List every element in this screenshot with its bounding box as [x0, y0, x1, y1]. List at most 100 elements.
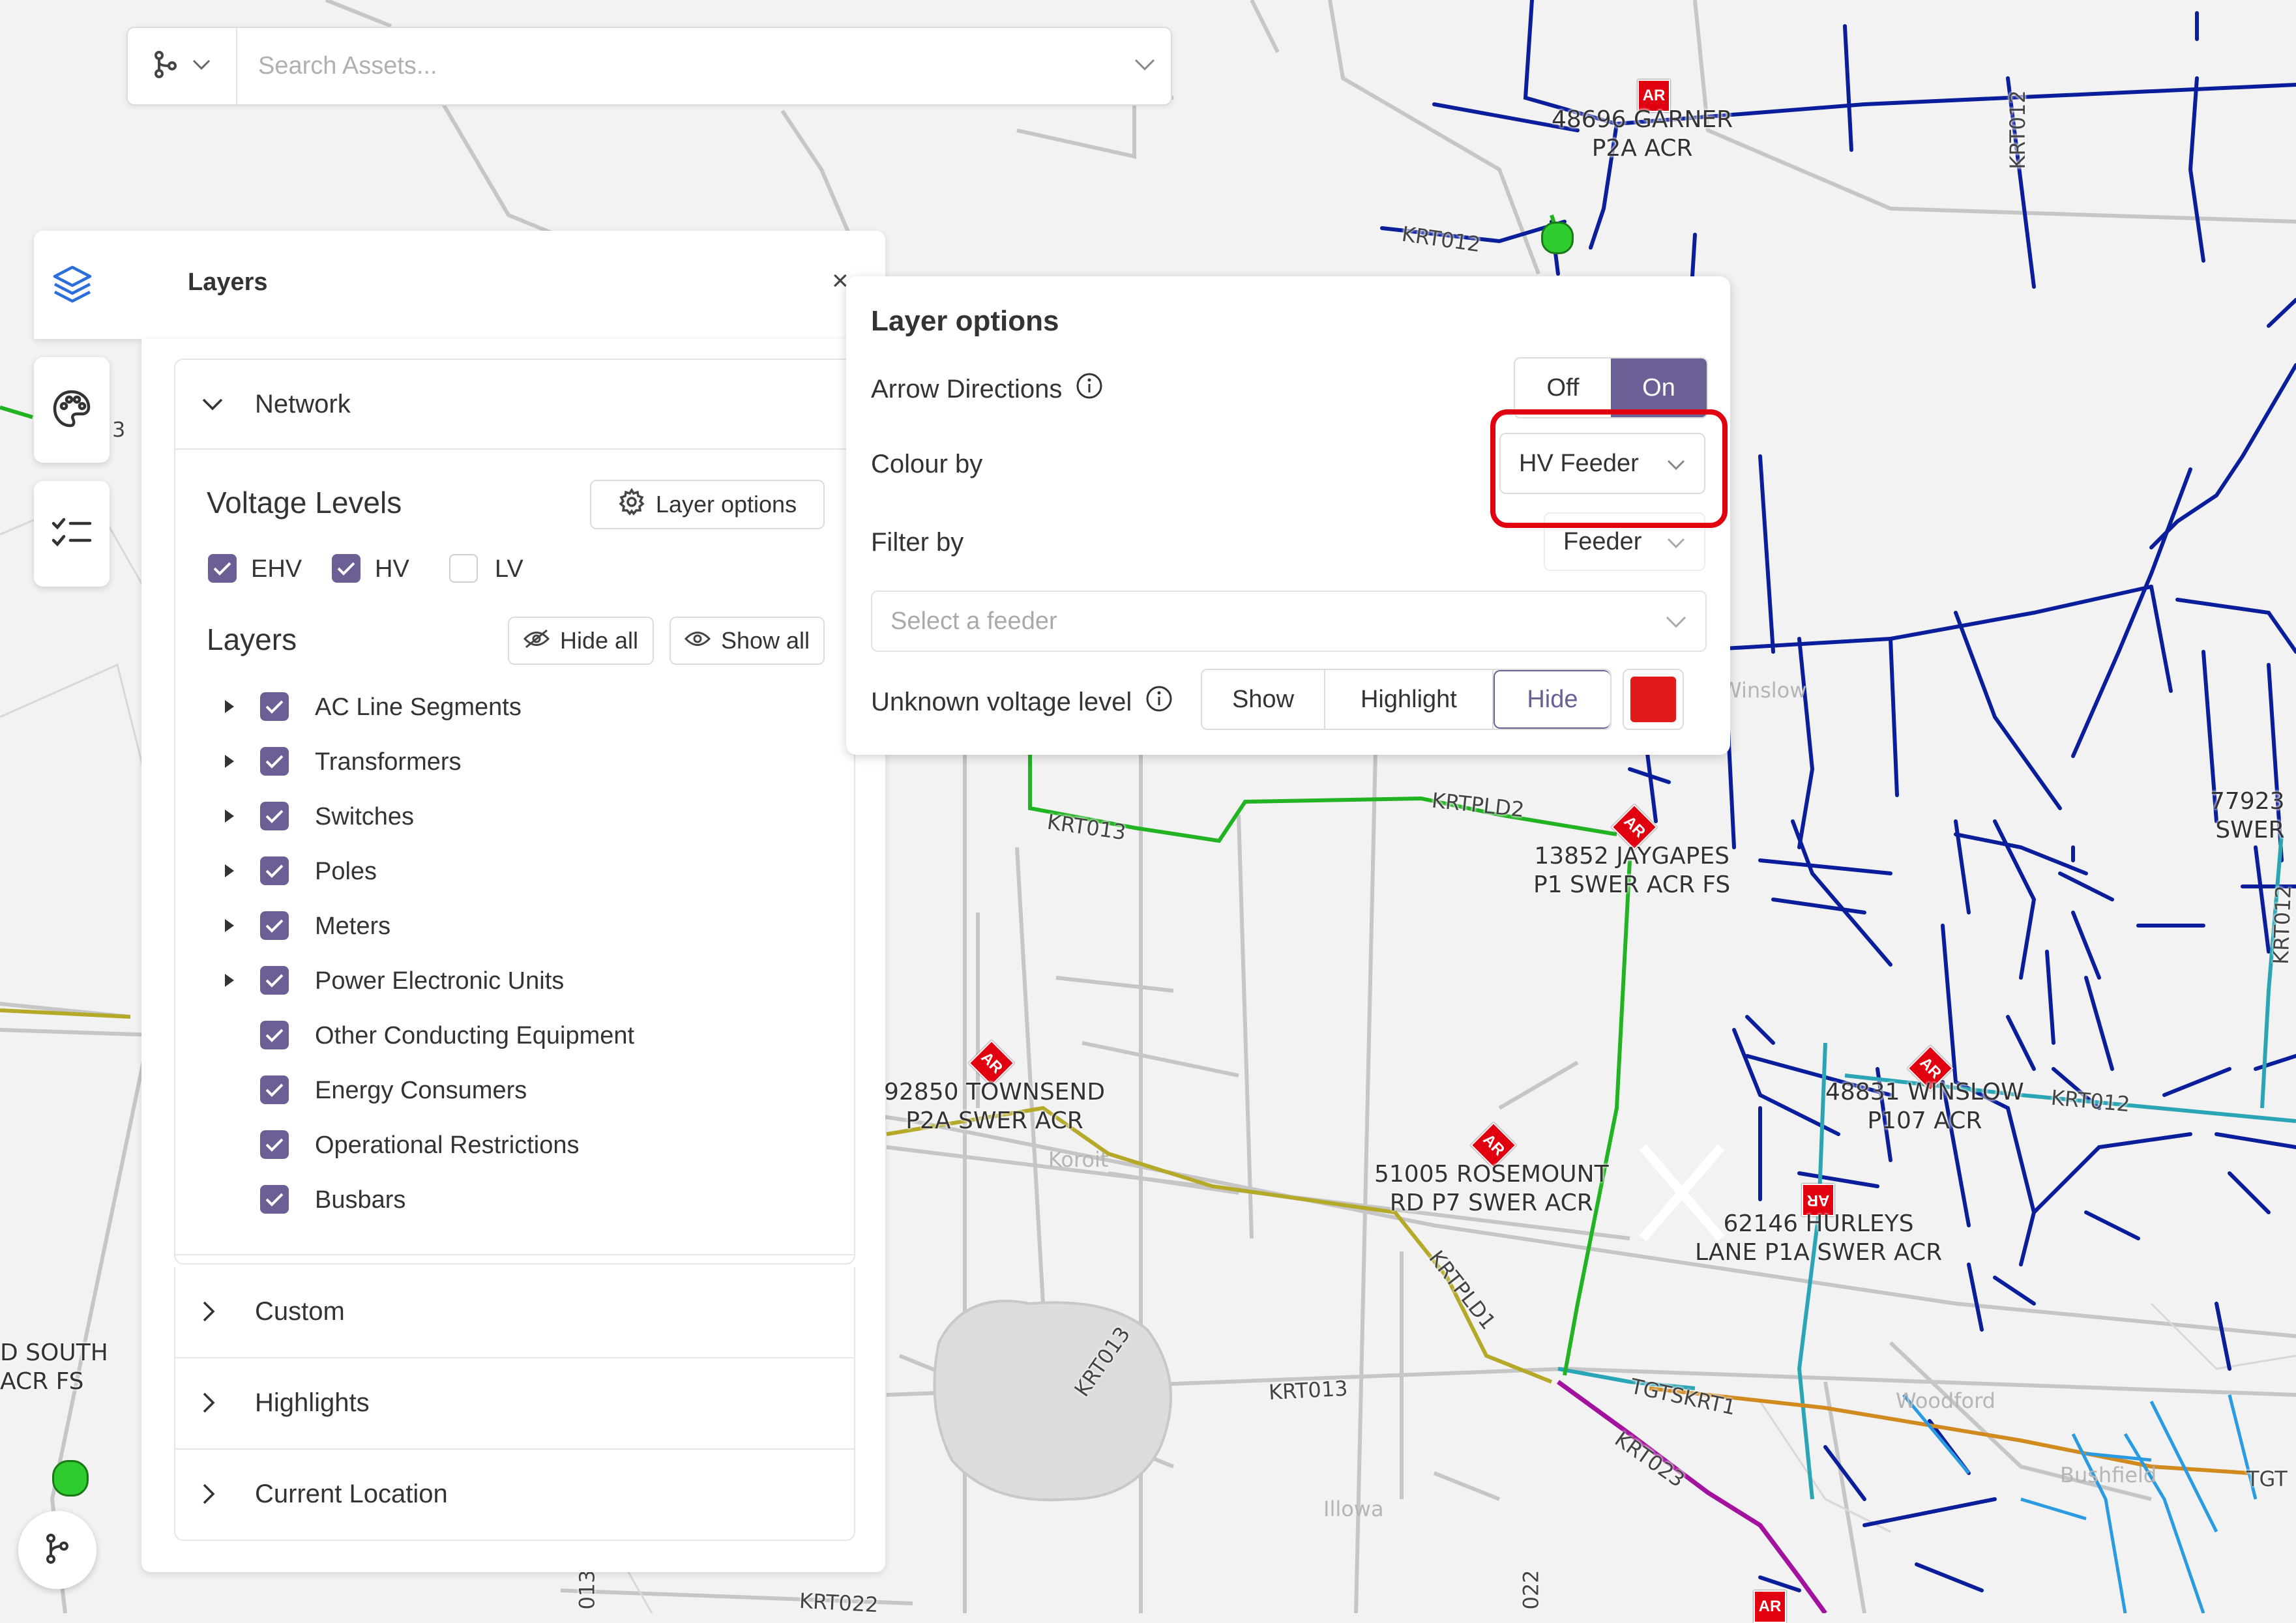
unknown-voltage-highlight[interactable]: Highlight: [1325, 670, 1494, 729]
search-mode-selector[interactable]: [128, 28, 237, 104]
feeder-select-placeholder: Select a feeder: [890, 607, 1057, 635]
expand-triangle-icon[interactable]: [225, 974, 234, 987]
network-section-header[interactable]: Network: [175, 360, 854, 448]
expand-triangle-icon[interactable]: [225, 755, 234, 768]
map-asset-label: 77923 SWER: [2210, 788, 2285, 843]
layer-label: Operational Restrictions: [315, 1132, 580, 1159]
show-all-button[interactable]: Show all: [670, 617, 825, 665]
filter-by-value: Feeder: [1563, 527, 1642, 555]
map-line-label: KRT012: [2268, 885, 2296, 965]
chevron-right-icon: [201, 1300, 241, 1323]
checkbox-meters[interactable]: [260, 911, 289, 940]
search-bar: [126, 27, 1172, 106]
layer-label: Poles: [315, 858, 377, 885]
network-section: Network Voltage Levels Layer options EHV…: [174, 358, 855, 1265]
map-place-label: Woodford: [1896, 1388, 1995, 1413]
layers-panel: Layers × Network Voltage Levels Layer op…: [34, 231, 885, 1572]
show-all-label: Show all: [720, 627, 810, 654]
unknown-voltage-color-swatch[interactable]: [1623, 669, 1684, 730]
checkbox-lv[interactable]: [449, 554, 478, 583]
chevron-down-icon: [192, 58, 211, 74]
layer-label: Power Electronic Units: [315, 967, 565, 995]
custom-section-header[interactable]: Custom: [175, 1267, 854, 1356]
arrow-directions-off[interactable]: Off: [1515, 358, 1611, 417]
checkbox-ac-line-segments[interactable]: [260, 692, 289, 721]
chevron-down-icon: [1665, 607, 1687, 636]
checkbox-busbars[interactable]: [260, 1185, 289, 1214]
search-dropdown-chevron[interactable]: [1119, 57, 1171, 75]
map-asset-label: 13852 JAYGAPES P1 SWER ACR FS: [1533, 843, 1731, 898]
divider: [175, 448, 854, 450]
voltage-label-lv: LV: [495, 555, 523, 583]
hide-all-button[interactable]: Hide all: [508, 617, 654, 665]
map-asset-label: 62146 HURLEYS LANE P1A SWER ACR: [1695, 1210, 1943, 1266]
layer-label: Energy Consumers: [315, 1077, 527, 1104]
layer-label: Other Conducting Equipment: [315, 1022, 635, 1049]
unknown-voltage-label: Unknown voltage level: [871, 687, 1132, 716]
expand-triangle-icon[interactable]: [225, 864, 234, 877]
layer-options-title: Layer options: [871, 305, 1059, 337]
layer-label: AC Line Segments: [315, 694, 522, 721]
unknown-voltage-show[interactable]: Show: [1202, 670, 1325, 729]
current-location-section-header[interactable]: Current Location: [175, 1450, 854, 1538]
checkbox-hv[interactable]: [332, 554, 361, 583]
checkbox-power-electronic-units[interactable]: [260, 966, 289, 995]
ar-badge[interactable]: AR: [1754, 1590, 1786, 1623]
map-line-label: KRT013: [1268, 1375, 1349, 1405]
map-place-label: Winslow: [1721, 678, 1807, 703]
hide-all-label: Hide all: [559, 627, 639, 654]
expand-triangle-icon[interactable]: [225, 700, 234, 713]
search-input[interactable]: [237, 27, 1119, 105]
arrow-directions-row: Arrow Directions: [871, 372, 1104, 407]
checkbox-ehv[interactable]: [208, 554, 237, 583]
checkbox-operational-restrictions[interactable]: [260, 1130, 289, 1159]
checkbox-energy-consumers[interactable]: [260, 1075, 289, 1104]
custom-section-label: Custom: [255, 1296, 345, 1326]
info-icon[interactable]: [1075, 372, 1104, 407]
voltage-label-hv: HV: [375, 555, 409, 583]
chevron-right-icon: [201, 1483, 241, 1505]
map-asset-label: 92850 TOWNSEND P2A SWER ACR: [884, 1079, 1106, 1134]
color-swatch-fill: [1630, 677, 1676, 722]
chevron-down-icon: [201, 397, 241, 411]
highlights-section-header[interactable]: Highlights: [175, 1358, 854, 1447]
branch-icon: [43, 1533, 72, 1568]
current-location-section-label: Current Location: [255, 1479, 448, 1508]
unknown-voltage-hide[interactable]: Hide: [1493, 670, 1610, 729]
map-line-label: TGT: [2246, 1467, 2288, 1491]
expand-triangle-icon[interactable]: [225, 810, 234, 823]
layers-panel-title: Layers: [188, 269, 268, 296]
annotation-highlight-box: [1490, 409, 1728, 528]
map-edge-label: 013: [574, 1570, 600, 1610]
eye-off-icon: [523, 627, 550, 654]
network-section-label: Network: [255, 389, 351, 418]
network-trace-button[interactable]: [18, 1511, 96, 1589]
map-asset-label: 51005 ROSEMOUNT RD P7 SWER ACR: [1374, 1161, 1609, 1216]
gear-icon: [618, 488, 645, 521]
branch-icon: [153, 50, 179, 82]
info-icon[interactable]: [1145, 684, 1173, 720]
checkbox-transformers[interactable]: [260, 747, 289, 776]
arrow-directions-on[interactable]: On: [1611, 358, 1707, 417]
checkbox-switches[interactable]: [260, 802, 289, 830]
checkbox-poles[interactable]: [260, 856, 289, 885]
layer-options-button[interactable]: Layer options: [590, 480, 825, 529]
map-asset-label: 48696 GARNER P2A ACR: [1552, 106, 1733, 162]
highlights-section-label: Highlights: [255, 1388, 370, 1417]
map-place-label: Bushfield: [2060, 1463, 2157, 1487]
feeder-select[interactable]: Select a feeder: [871, 591, 1707, 652]
eye-icon: [684, 627, 711, 654]
map-edge-label: 022: [1518, 1570, 1544, 1610]
layer-options-label: Layer options: [655, 491, 797, 518]
checkbox-other-conducting-equipment[interactable]: [260, 1021, 289, 1049]
colour-by-label: Colour by: [871, 450, 983, 478]
layers-panel-header: Layers ×: [34, 231, 885, 339]
layers-icon[interactable]: [51, 263, 94, 310]
expand-triangle-icon[interactable]: [225, 919, 234, 932]
layer-label: Switches: [315, 803, 415, 830]
map-line-label: KRT012: [2005, 90, 2030, 169]
green-node-marker[interactable]: [1541, 222, 1574, 254]
filter-by-label: Filter by: [871, 528, 964, 557]
map-place-label: Koroit: [1048, 1147, 1109, 1172]
map-place-label: Illowa: [1323, 1497, 1384, 1521]
